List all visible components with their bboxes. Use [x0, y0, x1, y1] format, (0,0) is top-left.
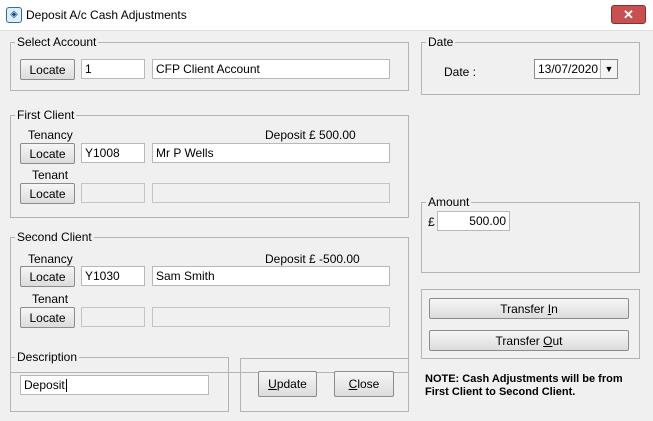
- close-button[interactable]: Close: [334, 371, 394, 397]
- close-window-button[interactable]: ✕: [611, 5, 646, 24]
- date-legend: Date: [428, 35, 454, 49]
- first-client-legend: First Client: [17, 108, 75, 122]
- update-button[interactable]: Update: [258, 371, 317, 397]
- first-client-tenancy-code-input[interactable]: Y1008: [81, 143, 145, 163]
- description-legend: Description: [17, 350, 78, 364]
- title-bar: ◈ Deposit A/c Cash Adjustments ✕: [0, 0, 653, 31]
- account-code-input[interactable]: 1: [81, 59, 145, 79]
- second-client-deposit: Deposit £ -500.00: [265, 252, 360, 266]
- second-client-legend: Second Client: [17, 230, 92, 244]
- second-client-tenant-code-input: [81, 307, 145, 327]
- description-input[interactable]: Deposit: [20, 375, 209, 395]
- close-icon: ✕: [623, 7, 634, 22]
- text-caret: [65, 379, 67, 393]
- select-account-legend: Select Account: [17, 35, 97, 49]
- transfer-in-label-pre: Transfer: [500, 302, 548, 316]
- first-client-deposit: Deposit £ 500.00: [265, 128, 356, 142]
- date-value: 13/07/2020: [538, 62, 599, 76]
- first-client-tenant-code-input: [81, 183, 145, 203]
- second-client-tenancy-code-input[interactable]: Y1030: [81, 266, 145, 286]
- transfer-out-label-pre: Transfer: [495, 334, 544, 348]
- transfer-out-button[interactable]: Transfer Out: [429, 330, 629, 351]
- first-client-tenancy-locate-button[interactable]: Locate: [20, 143, 75, 164]
- dialog-body: Select Account Locate 1 CFP Client Accou…: [0, 31, 653, 421]
- dropdown-arrow-icon[interactable]: ▼: [600, 60, 617, 78]
- transfer-in-label-rest: n: [551, 302, 558, 316]
- amount-currency-label: £: [428, 215, 435, 229]
- first-client-tenancy-label: Tenancy: [28, 128, 73, 142]
- amount-input[interactable]: 500.00: [437, 211, 510, 231]
- second-client-tenancy-name-input[interactable]: Sam Smith: [152, 266, 390, 286]
- date-picker[interactable]: 13/07/2020 ▼: [534, 59, 618, 79]
- second-client-tenant-locate-button[interactable]: Locate: [20, 307, 75, 328]
- note-line-1: NOTE: Cash Adjustments will be from: [425, 373, 623, 385]
- date-label: Date :: [444, 65, 477, 79]
- select-account-locate-button[interactable]: Locate: [20, 59, 75, 80]
- second-client-tenant-label: Tenant: [32, 292, 69, 306]
- transfer-in-button[interactable]: Transfer In: [429, 298, 629, 319]
- window-title: Deposit A/c Cash Adjustments: [26, 8, 187, 22]
- update-label-accel: U: [268, 377, 277, 391]
- first-client-tenancy-name-input[interactable]: Mr P Wells: [152, 143, 390, 163]
- account-name-input[interactable]: CFP Client Account: [152, 59, 390, 79]
- amount-group: Amount: [421, 195, 640, 273]
- close-label-rest: lose: [357, 377, 380, 391]
- first-client-tenant-locate-button[interactable]: Locate: [20, 183, 75, 204]
- transfer-out-label-rest: ut: [552, 334, 563, 348]
- first-client-tenant-label: Tenant: [32, 168, 69, 182]
- note-line-2: First Client to Second Client.: [425, 386, 576, 398]
- second-client-tenancy-locate-button[interactable]: Locate: [20, 266, 75, 287]
- app-icon: ◈: [6, 7, 22, 23]
- amount-legend: Amount: [428, 195, 470, 209]
- first-client-tenant-name-input: [152, 183, 390, 203]
- second-client-tenancy-label: Tenancy: [28, 252, 73, 266]
- description-value: Deposit: [24, 378, 65, 392]
- second-client-tenant-name-input: [152, 307, 390, 327]
- update-label-rest: pdate: [276, 377, 307, 391]
